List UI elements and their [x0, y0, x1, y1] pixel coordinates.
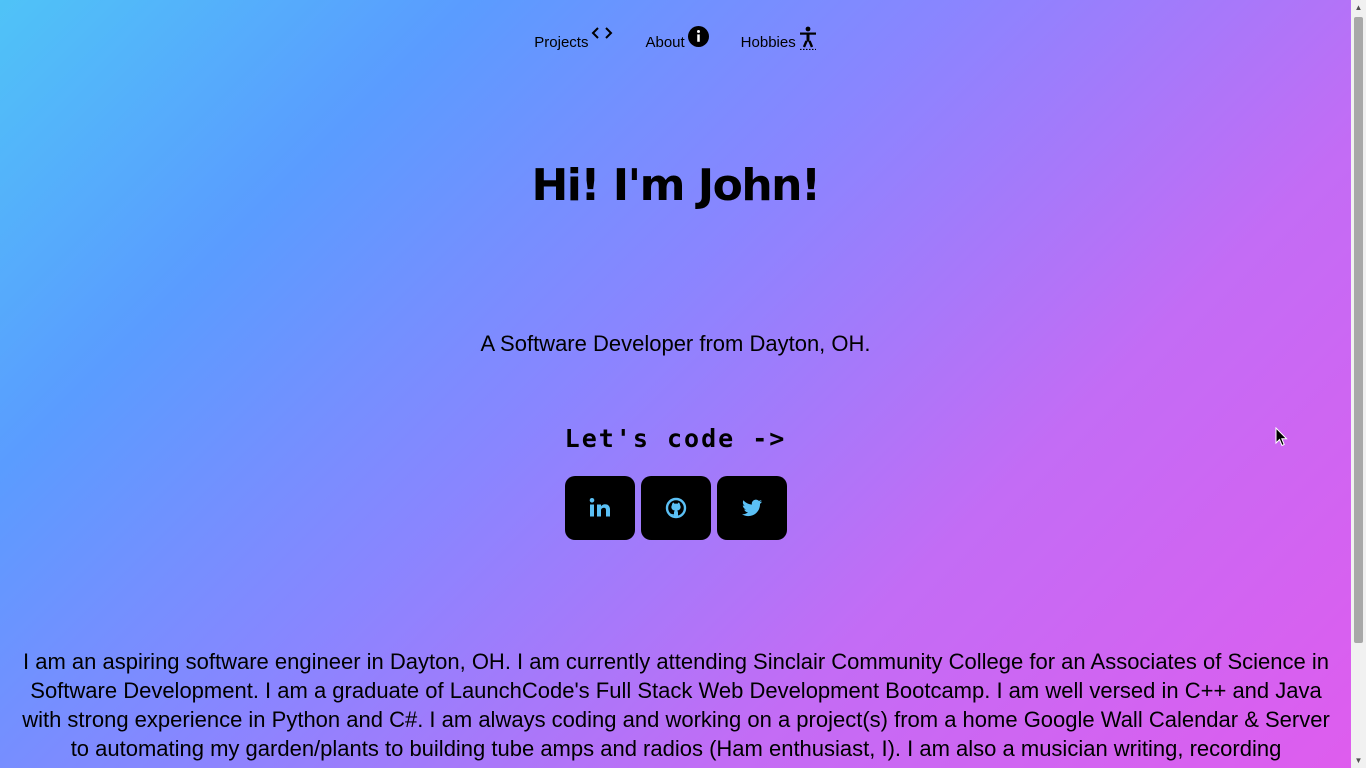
accessibility-icon: [799, 26, 817, 54]
nav-item-projects[interactable]: Projects: [534, 22, 613, 54]
twitter-button[interactable]: [717, 476, 787, 540]
github-button[interactable]: [641, 476, 711, 540]
social-links: [565, 476, 787, 540]
nav-item-label: About: [645, 34, 685, 51]
twitter-icon: [742, 499, 762, 517]
linkedin-button[interactable]: [565, 476, 635, 540]
scroll-down-arrow-icon[interactable]: ▼: [1351, 753, 1366, 768]
nav-item-label: Hobbies: [740, 34, 796, 51]
nav-item-hobbies[interactable]: Hobbies: [741, 22, 817, 54]
code-icon: [591, 26, 613, 44]
scroll-up-arrow-icon[interactable]: ▲: [1351, 0, 1366, 15]
linkedin-icon: [589, 498, 610, 517]
hero-tagline: A Software Developer from Dayton, OH.: [480, 331, 871, 356]
github-icon: [665, 497, 687, 519]
hero-title: Hi! I'm John!: [531, 160, 821, 211]
bio-paragraph: I am an aspiring software engineer in Da…: [22, 649, 1330, 761]
vertical-scrollbar[interactable]: ▲ ▼: [1351, 0, 1366, 768]
scrollbar-thumb[interactable]: [1354, 17, 1363, 643]
info-icon: [687, 26, 709, 51]
top-nav: Projects About Hobbies: [0, 22, 1351, 54]
mouse-cursor-icon: [1275, 426, 1289, 452]
nav-item-label: Projects: [534, 34, 589, 51]
page: Projects About Hobbies Hi! I'm John! A S…: [0, 0, 1351, 768]
cta-text: Let's code ->: [564, 424, 787, 453]
nav-item-about[interactable]: About: [645, 22, 709, 54]
